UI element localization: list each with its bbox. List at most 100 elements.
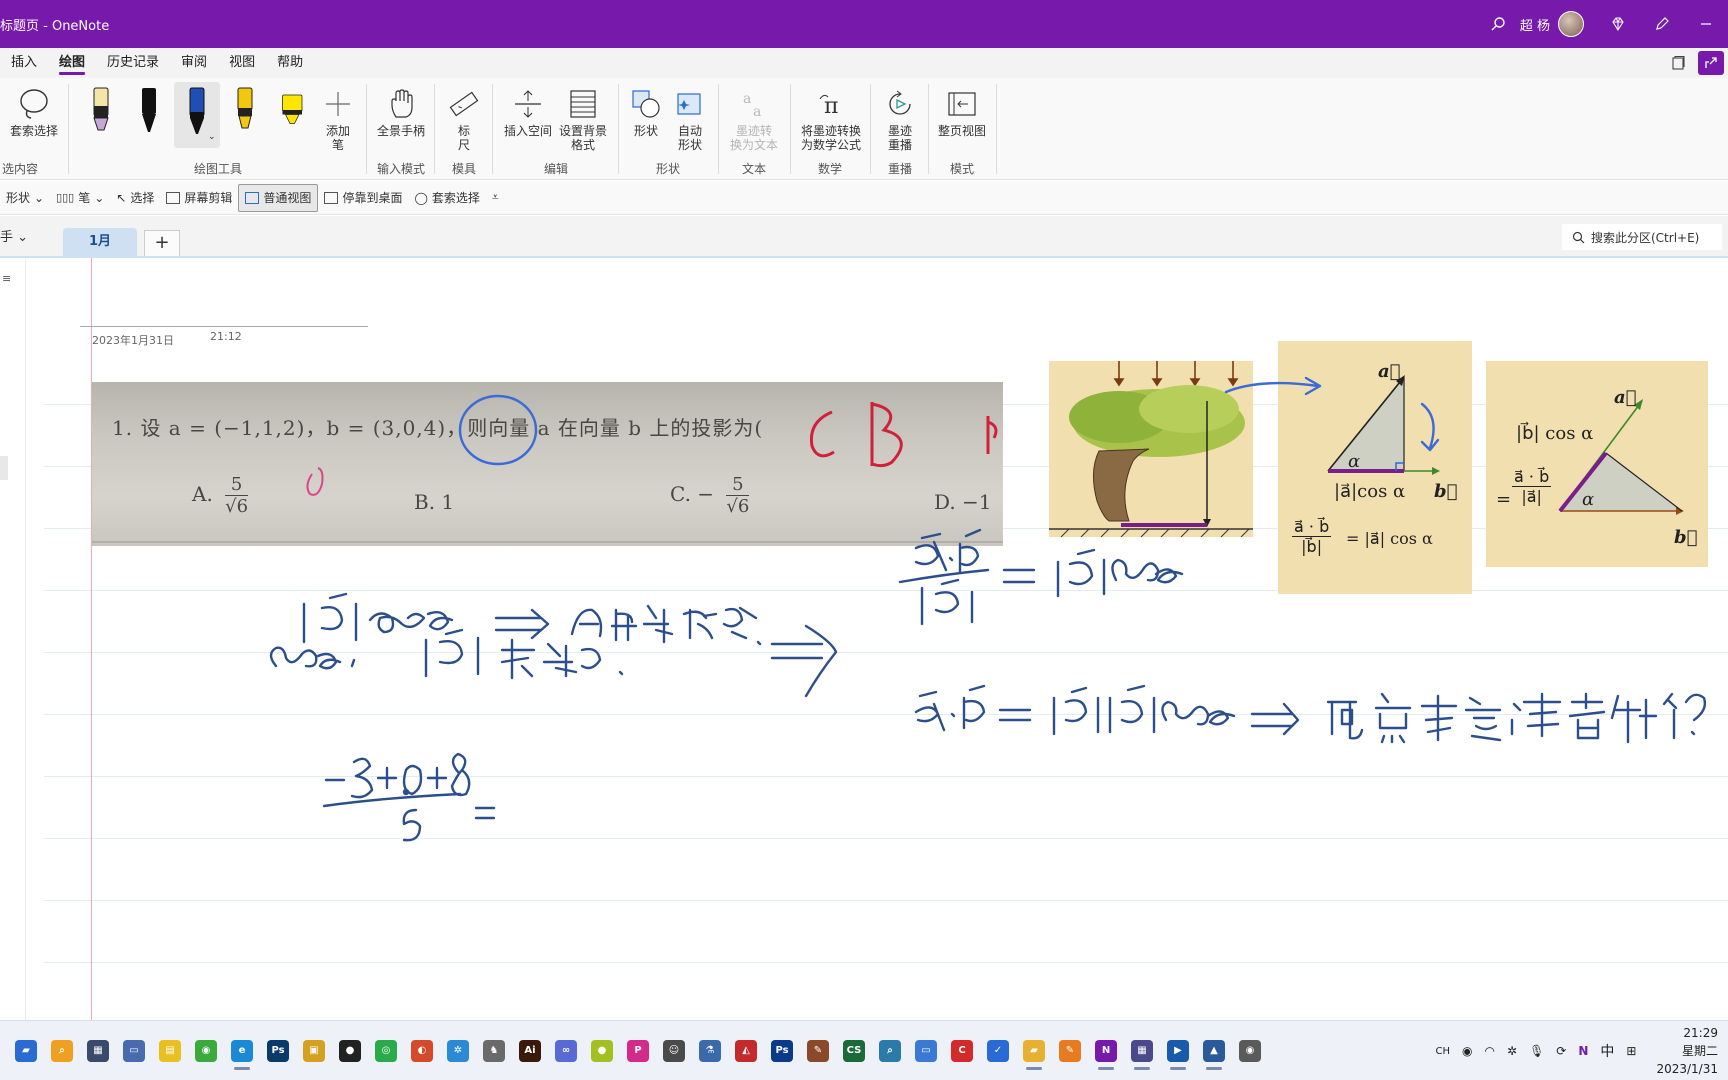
search-icon[interactable] (1476, 0, 1520, 48)
add-section-button[interactable]: + (144, 230, 180, 256)
game-app-icon[interactable]: ♞ (483, 1039, 505, 1062)
ink-to-text-label: 墨迹转 换为文本 (729, 124, 778, 152)
monitor-app-icon[interactable]: ▭ (123, 1039, 145, 1062)
ime-indicator[interactable]: CH (1436, 1046, 1451, 1057)
tab-draw[interactable]: 绘图 (48, 48, 96, 78)
ruler-button[interactable]: 标 尺 (444, 84, 484, 152)
photoshop-app-icon[interactable]: Ps (267, 1039, 289, 1062)
sync-tray-icon[interactable]: ⟳ (1556, 1044, 1566, 1058)
tool-app-icon[interactable]: ▦ (87, 1039, 109, 1062)
shapes-icon (626, 84, 666, 124)
app-green-icon[interactable]: ● (591, 1039, 613, 1062)
ink-app-icon[interactable]: ✎ (807, 1039, 829, 1062)
window-app-icon[interactable]: ▭ (915, 1039, 937, 1062)
share-button[interactable] (1698, 51, 1724, 75)
qat-normal-view[interactable]: 普通视图 (238, 183, 319, 212)
pen-1-icon[interactable] (86, 86, 116, 146)
auto-shape-button[interactable]: 自动 形状 (670, 84, 710, 152)
qat-lasso[interactable]: ◯ 套索选择 (408, 184, 485, 212)
whiteboard-app-icon[interactable]: ▦ (1131, 1039, 1153, 1070)
chat-app-icon[interactable]: ◉ (195, 1039, 217, 1062)
record-tray-icon[interactable]: ◉ (1462, 1044, 1472, 1058)
wifi-tray-icon[interactable]: ◠ (1485, 1044, 1495, 1058)
tab-review[interactable]: 审阅 (170, 48, 218, 78)
lasso-select-button[interactable]: 套索选择 (6, 84, 62, 138)
person-app-icon[interactable]: ☺ (663, 1039, 685, 1062)
highlighter-1-icon[interactable] (230, 86, 260, 146)
search-app-icon[interactable]: ⌕ (51, 1039, 73, 1062)
tab-insert[interactable]: 插入 (0, 48, 48, 78)
qat-select[interactable]: ↖ 选择 (110, 184, 160, 212)
todo-app-icon[interactable]: ✓ (987, 1039, 1009, 1062)
qat-pen[interactable]: ▯▯▯ 笔 ⌄ (50, 184, 110, 212)
full-page-view-button[interactable]: 整页视图 (934, 84, 990, 138)
notes-app-icon[interactable]: ▤ (159, 1039, 181, 1062)
chevron-down-icon[interactable]: ⌄ (208, 132, 216, 142)
link-app-icon[interactable]: ∞ (555, 1039, 577, 1062)
file-explorer-app-icon[interactable]: ▰ (15, 1039, 37, 1062)
magnifier-app-icon[interactable]: ⌕ (879, 1039, 901, 1062)
pi-icon: π (796, 84, 866, 124)
network-app-icon[interactable]: ⚗ (699, 1039, 721, 1062)
app-yellow-icon[interactable]: ▣ (303, 1039, 325, 1062)
pen-2-icon[interactable] (134, 86, 164, 146)
highlighter-2-icon[interactable] (278, 86, 308, 146)
background-format-button[interactable]: 设置背景 格式 (556, 84, 610, 152)
qat-dock-label: 停靠到桌面 (342, 191, 403, 205)
cs-app-icon[interactable]: CS (843, 1039, 865, 1062)
tab-view[interactable]: 视图 (218, 48, 266, 78)
c-app-icon[interactable]: C (951, 1039, 973, 1062)
lasso-small-icon: ◯ (414, 190, 428, 205)
language-indicator[interactable]: 中 (1600, 1041, 1614, 1061)
ink-to-text-button[interactable]: aa 墨迹转 换为文本 (724, 84, 784, 152)
clock[interactable]: 21:29 星期二 2023/1/31 (1656, 1024, 1718, 1078)
folder-app-icon[interactable]: ▰ (1023, 1039, 1045, 1070)
settings-app-icon[interactable]: ✲ (447, 1039, 469, 1062)
photoshop2-app-icon[interactable]: Ps (771, 1039, 793, 1062)
add-pen-button[interactable]: 添加 笔 (318, 84, 358, 152)
qat-shapes[interactable]: 形状 ⌄ (0, 184, 50, 212)
settings-tray-icon[interactable]: ✲ (1507, 1044, 1517, 1058)
minimize-icon[interactable] (1684, 0, 1728, 48)
quick-access-toolbar: 形状 ⌄ ▯▯▯ 笔 ⌄ ↖ 选择 屏幕剪辑 普通视图 停靠到桌面 ◯ 套索选择 ⩡ (0, 181, 1728, 215)
notebook-view-icon[interactable] (1658, 48, 1698, 78)
picture-app-icon[interactable]: ▲ (1203, 1039, 1225, 1070)
qat-screen-clip[interactable]: 屏幕剪辑 (160, 184, 238, 212)
diamond-icon[interactable] (1596, 0, 1640, 48)
ink-replay-label: 墨迹 重播 (887, 124, 912, 152)
mic-tray-icon[interactable]: 🎙 (1529, 1044, 1544, 1058)
notebook-selector[interactable]: 手 ⌄ (0, 226, 28, 245)
acrobat-app-icon[interactable]: ◭ (735, 1039, 757, 1062)
qat-customize[interactable]: ⩡ (486, 184, 505, 212)
section-search[interactable]: 搜索此分区(Ctrl+E) (1562, 224, 1722, 250)
qat-dock-desktop[interactable]: 停靠到桌面 (318, 184, 408, 212)
pen-app-icon[interactable]: ✎ (1059, 1039, 1081, 1062)
group-tools-label: 绘图工具 (193, 162, 242, 176)
pen-feedback-icon[interactable] (1640, 0, 1684, 48)
system-tray: CH ◉ ◠ ✲ 🎙 ⟳ N 中 ⊞ 21:29 星期二 2023/1/31 (1430, 1021, 1728, 1080)
ink-replay-button[interactable]: 墨迹 重播 (878, 84, 922, 152)
section-tab-january[interactable]: 1月 (63, 228, 137, 258)
onenote-tray-icon[interactable]: N (1578, 1044, 1588, 1058)
tab-help[interactable]: 帮助 (266, 48, 314, 78)
menu-bar: 插入 绘图 历史记录 审阅 视图 帮助 (0, 48, 1728, 78)
qq-app-icon[interactable]: ● (339, 1039, 361, 1062)
chevron-down-icon: ⌄ (94, 190, 105, 205)
obs-app-icon[interactable]: ◉ (1239, 1039, 1261, 1062)
tab-history[interactable]: 历史记录 (96, 48, 170, 78)
full-hand-button[interactable]: 全景手柄 (372, 84, 430, 138)
video-app-icon[interactable]: ▶ (1167, 1039, 1189, 1070)
user-name[interactable]: 超 杨 (1520, 15, 1550, 34)
edge-app-icon[interactable]: e (231, 1039, 253, 1070)
avatar[interactable] (1558, 11, 1584, 37)
shapes-button[interactable]: 形状 (626, 84, 666, 138)
input-grid-icon[interactable]: ⊞ (1626, 1044, 1636, 1058)
app-pink-icon[interactable]: P (627, 1039, 649, 1062)
illustrator-app-icon[interactable]: Ai (519, 1039, 541, 1062)
onenote-app-icon[interactable]: N (1095, 1039, 1117, 1070)
page-canvas[interactable]: ≡ 2023年1月31日 21:12 1. 设 a = (−1,1,2)，b =… (0, 258, 1728, 1020)
wechat-app-icon[interactable]: ◎ (375, 1039, 397, 1062)
insert-space-button[interactable]: 插入空间 (500, 84, 556, 138)
chrome-app-icon[interactable]: ◐ (411, 1039, 433, 1062)
ink-to-math-button[interactable]: π 将墨迹转换 为数学公式 (796, 84, 866, 152)
